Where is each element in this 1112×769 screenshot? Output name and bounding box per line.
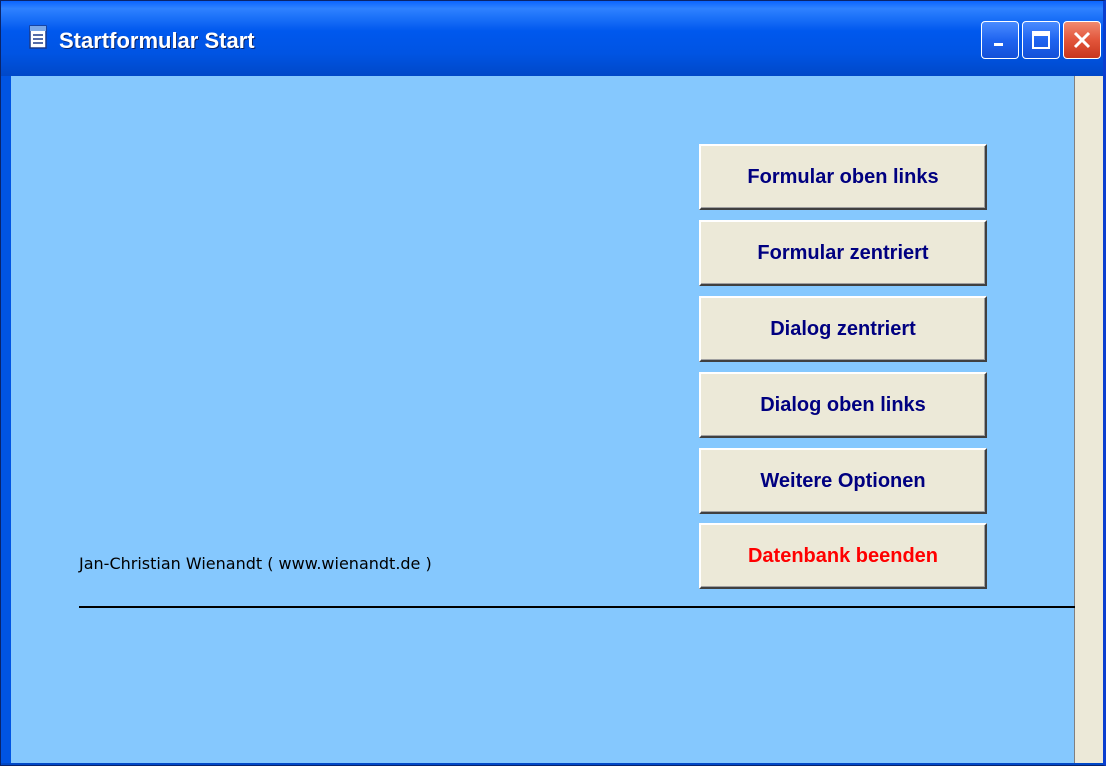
minimize-icon xyxy=(994,43,1003,46)
datenbank-beenden-button[interactable]: Datenbank beenden xyxy=(699,523,987,589)
form-client-area: Formular oben links Formular zentriert D… xyxy=(11,76,1077,765)
minimize-button[interactable] xyxy=(981,21,1019,59)
dialog-oben-links-button[interactable]: Dialog oben links xyxy=(699,372,987,438)
formular-zentriert-button[interactable]: Formular zentriert xyxy=(699,220,987,286)
app-window: Startformular Start Formular oben links … xyxy=(0,0,1106,766)
title-bar[interactable]: Startformular Start xyxy=(1,1,1103,76)
divider-line xyxy=(79,606,1077,608)
window-bottom-border xyxy=(1,763,1103,765)
formular-oben-links-button[interactable]: Formular oben links xyxy=(699,144,987,210)
window-title: Startformular Start xyxy=(59,28,255,53)
window-left-border xyxy=(1,76,11,765)
close-icon xyxy=(1073,31,1091,49)
maximize-button[interactable] xyxy=(1022,21,1060,59)
close-button[interactable] xyxy=(1063,21,1101,59)
dialog-zentriert-button[interactable]: Dialog zentriert xyxy=(699,296,987,362)
author-credit: Jan-Christian Wienandt ( www.wienandt.de… xyxy=(79,554,432,573)
maximize-icon xyxy=(1032,31,1050,49)
record-selector-panel xyxy=(1075,76,1103,765)
form-icon xyxy=(29,25,47,49)
weitere-optionen-button[interactable]: Weitere Optionen xyxy=(699,448,987,514)
